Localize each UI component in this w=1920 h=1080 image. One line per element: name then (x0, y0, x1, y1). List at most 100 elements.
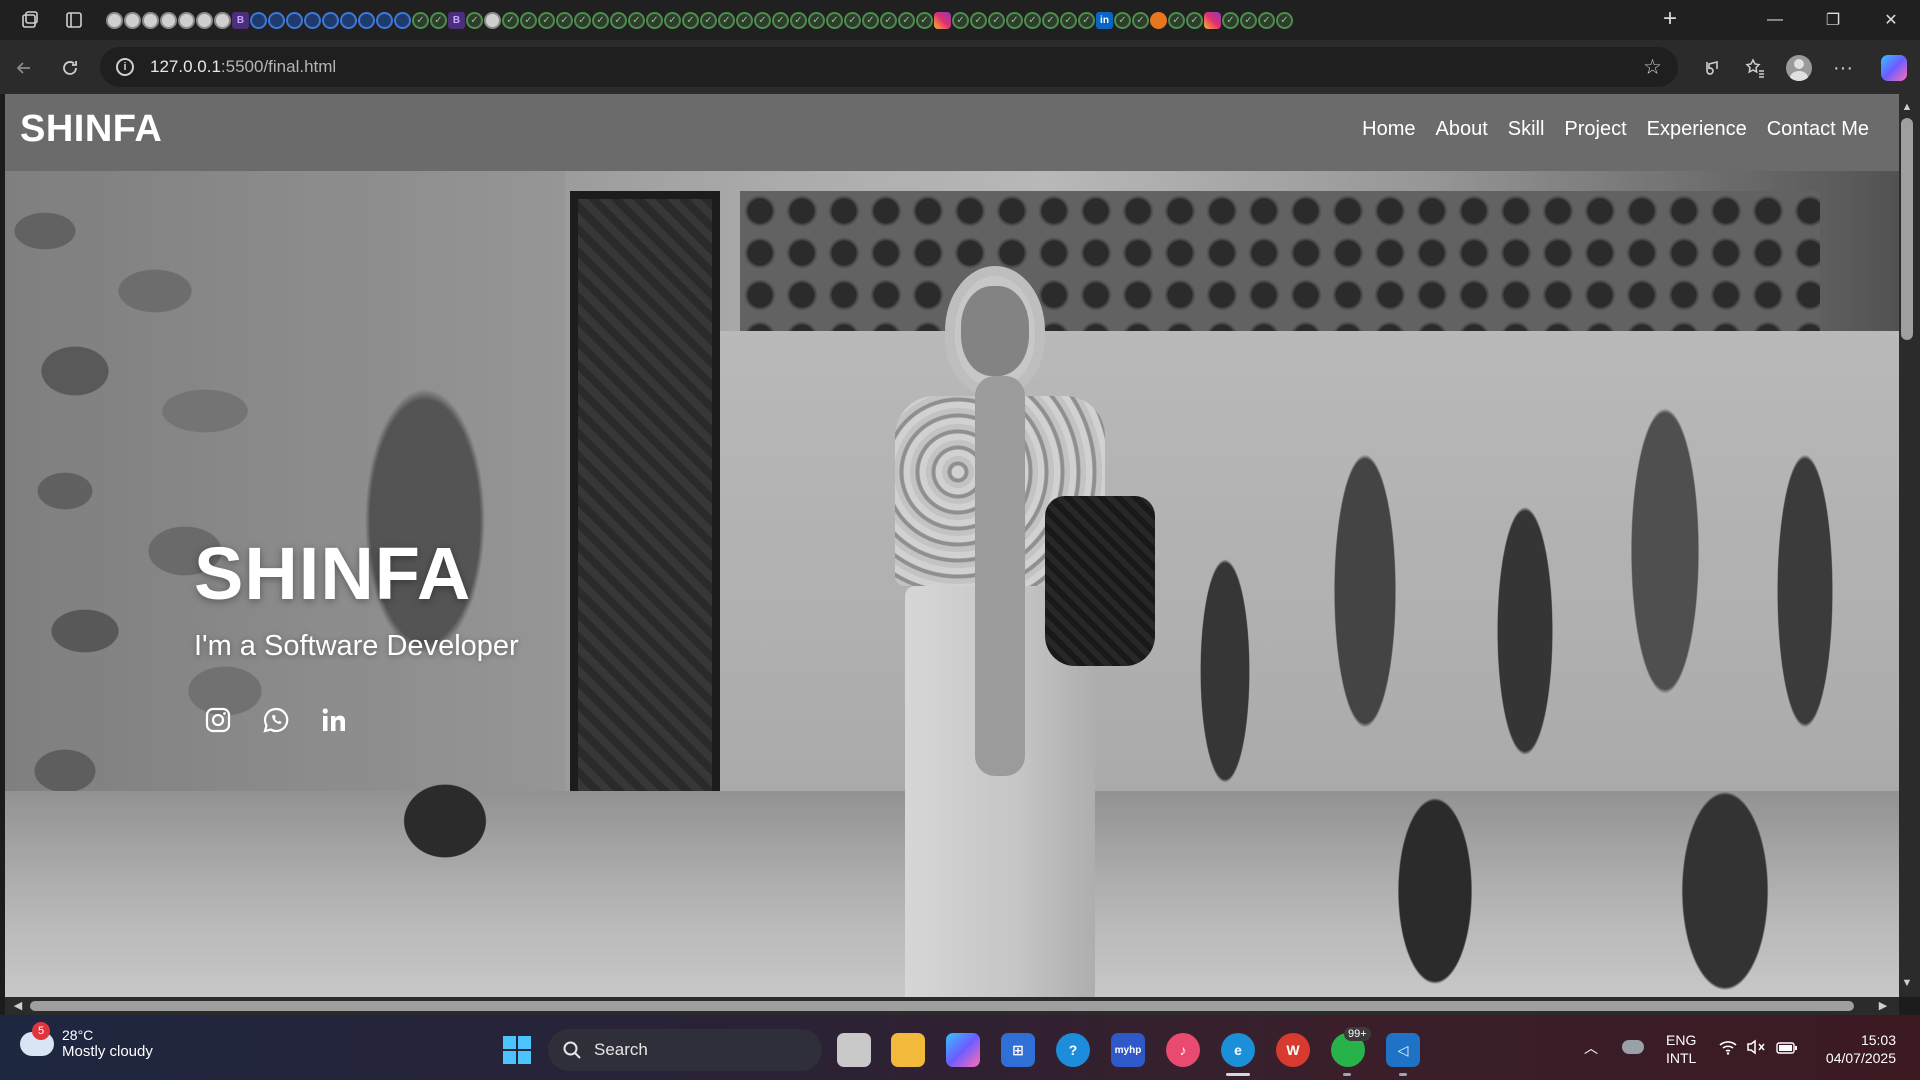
copilot-icon[interactable] (1876, 50, 1912, 86)
copilot-app-icon[interactable] (946, 1033, 980, 1067)
tab-favicon[interactable] (484, 11, 501, 29)
tab-favicon[interactable] (376, 11, 393, 29)
tab-favicon[interactable]: ✓ (664, 11, 681, 29)
itunes-icon[interactable]: ♪ (1166, 1033, 1200, 1067)
scroll-up-arrow-icon[interactable]: ▲ (1901, 101, 1913, 113)
tab-favicon[interactable]: ✓ (1114, 11, 1131, 29)
tab-favicon[interactable]: ✓ (862, 11, 879, 29)
workspaces-icon[interactable] (8, 0, 52, 40)
tab-favicon[interactable] (934, 11, 951, 29)
tab-favicon[interactable] (196, 11, 213, 29)
tab-favicon[interactable] (106, 11, 123, 29)
linkedin-icon[interactable] (320, 706, 348, 734)
tab-favicon[interactable]: ✓ (520, 11, 537, 29)
nav-project[interactable]: Project (1564, 118, 1626, 141)
tab-favicon[interactable] (142, 11, 159, 29)
tab-favicon[interactable] (340, 11, 357, 29)
horizontal-scroll-thumb[interactable] (30, 1001, 1854, 1011)
tab-favicon[interactable]: B (448, 11, 465, 29)
tab-favicon[interactable]: ✓ (430, 11, 447, 29)
scroll-left-arrow-icon[interactable]: ◀ (11, 999, 25, 1013)
tab-favicon[interactable]: B (232, 11, 249, 29)
reload-button[interactable] (52, 50, 88, 86)
new-tab-button[interactable]: + (1656, 6, 1684, 34)
weather-widget[interactable]: 5 28°C Mostly cloudy (20, 1021, 153, 1060)
nav-about[interactable]: About (1435, 118, 1487, 141)
tab-favicon[interactable]: ✓ (772, 11, 789, 29)
tab-favicon[interactable]: ✓ (1276, 11, 1293, 29)
tab-favicon[interactable]: ✓ (1168, 11, 1185, 29)
nav-experience[interactable]: Experience (1647, 118, 1747, 141)
tab-favicon[interactable] (250, 11, 267, 29)
vertical-scroll-thumb[interactable] (1901, 118, 1913, 340)
address-bar[interactable]: i 127.0.0.1:5500/final.html ☆ (100, 47, 1678, 87)
wifi-icon[interactable] (1718, 1039, 1738, 1058)
tab-favicon[interactable]: ✓ (952, 11, 969, 29)
tab-favicon[interactable]: ✓ (1186, 11, 1203, 29)
tab-favicon[interactable]: ✓ (826, 11, 843, 29)
file-explorer-icon[interactable] (891, 1033, 925, 1067)
start-button[interactable] (503, 1036, 531, 1064)
tab-favicon[interactable]: ✓ (718, 11, 735, 29)
nav-contact[interactable]: Contact Me (1767, 118, 1869, 141)
minimize-button[interactable]: — (1746, 0, 1804, 40)
tab-favicon[interactable] (178, 11, 195, 29)
tab-favicon[interactable]: ✓ (1042, 11, 1059, 29)
profile-avatar-icon[interactable] (1781, 50, 1817, 86)
whatsapp-icon[interactable] (262, 706, 290, 734)
tab-favicon[interactable]: ✓ (880, 11, 897, 29)
tab-favicon[interactable]: ✓ (736, 11, 753, 29)
tab-favicon[interactable]: ✓ (790, 11, 807, 29)
tab-favicon[interactable]: ✓ (538, 11, 555, 29)
tab-favicon[interactable]: ✓ (970, 11, 987, 29)
tab-favicon[interactable] (160, 11, 177, 29)
tab-favicon[interactable]: ✓ (898, 11, 915, 29)
tab-favicon[interactable] (358, 11, 375, 29)
tab-favicon[interactable]: ✓ (988, 11, 1005, 29)
nav-skill[interactable]: Skill (1508, 118, 1545, 141)
tab-favicon[interactable]: ✓ (682, 11, 699, 29)
more-menu-icon[interactable]: ··· (1825, 50, 1861, 86)
tab-favicon[interactable]: ✓ (1024, 11, 1041, 29)
tab-favicon[interactable]: ✓ (646, 11, 663, 29)
tab-favicon[interactable]: ✓ (466, 11, 483, 29)
tab-favicon[interactable]: ✓ (1258, 11, 1275, 29)
volume-muted-icon[interactable] (1746, 1039, 1766, 1058)
tab-favicon[interactable]: ✓ (1240, 11, 1257, 29)
vscode-icon[interactable]: ◁ (1386, 1033, 1420, 1067)
tab-favicon[interactable]: ✓ (1222, 11, 1239, 29)
favorites-icon[interactable] (1737, 50, 1773, 86)
tab-favicon[interactable]: ✓ (1078, 11, 1095, 29)
restore-button[interactable]: ❐ (1804, 0, 1862, 40)
tab-favicon[interactable]: ✓ (412, 11, 429, 29)
tab-favicon[interactable] (394, 11, 411, 29)
url-text[interactable]: 127.0.0.1:5500/final.html (150, 57, 336, 77)
tab-favicon[interactable] (322, 11, 339, 29)
tab-favicon[interactable]: ✓ (754, 11, 771, 29)
close-button[interactable]: ✕ (1862, 0, 1920, 40)
tab-favicon[interactable]: ✓ (1060, 11, 1077, 29)
tab-favicon[interactable] (286, 11, 303, 29)
store-icon[interactable]: ⊞ (1001, 1033, 1035, 1067)
tab-favicon[interactable]: ✓ (1006, 11, 1023, 29)
tab-favicon[interactable]: ✓ (628, 11, 645, 29)
back-button[interactable] (6, 50, 42, 86)
taskbar-search[interactable]: Search (548, 1029, 822, 1071)
read-aloud-icon[interactable] (1693, 50, 1729, 86)
help-icon[interactable]: ? (1056, 1033, 1090, 1067)
tab-favicon[interactable]: ✓ (808, 11, 825, 29)
tab-favicon[interactable]: ✓ (1132, 11, 1149, 29)
tab-favicon[interactable] (124, 11, 141, 29)
tab-favicon[interactable]: ✓ (592, 11, 609, 29)
tab-actions-icon[interactable] (52, 0, 96, 40)
tab-favicon[interactable]: ✓ (844, 11, 861, 29)
tab-favicon[interactable] (1150, 11, 1167, 29)
tab-favicon[interactable]: ✓ (502, 11, 519, 29)
tab-favicon[interactable] (214, 11, 231, 29)
scroll-down-arrow-icon[interactable]: ▼ (1901, 977, 1913, 989)
tab-favicon[interactable]: ✓ (610, 11, 627, 29)
site-info-icon[interactable]: i (116, 58, 134, 76)
language-indicator[interactable]: ENG INTL (1666, 1031, 1696, 1067)
site-logo[interactable]: SHINFA (20, 108, 162, 151)
tab-favicon[interactable]: ✓ (556, 11, 573, 29)
